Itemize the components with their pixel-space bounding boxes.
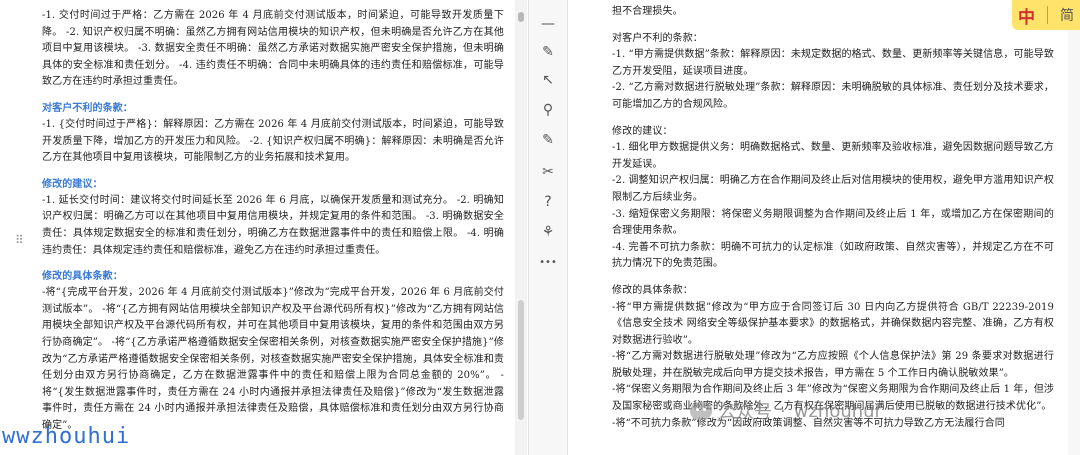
right-suggestion-item: -4. 完善不可抗力条款：明确不可抗力的认定标准（如政府政策、自然灾害等），并规… xyxy=(612,241,1054,270)
watermark-name: wzhouhui xyxy=(793,400,880,422)
ime-divider xyxy=(1047,6,1048,24)
left-scrollbar[interactable] xyxy=(515,0,527,455)
left-document-text: -1. 交付时间过于严格：乙方需在 2026 年 4 月底前交付测试版本，时间紧… xyxy=(42,8,504,434)
right-suggestion-item: -3. 缩短保密义务期限：将保密义务期限调整为合作期间及终止后 1 年，或增加乙… xyxy=(612,208,1054,237)
left-document-page: -1. 交付时间过于严格：乙方需在 2026 年 4 月底前交付测试版本，时间紧… xyxy=(0,0,515,455)
shirt-icon[interactable]: ⚘ xyxy=(538,222,558,242)
vertical-toolbar: — ✎ ↖ ⚲ ✎ ✂ ? ⚘ ••• xyxy=(528,0,568,455)
right-unfavorable-item: -2. “乙方需对数据进行脱敏处理”条款：解释原因：未明确脱敏的具体标准、责任划… xyxy=(612,82,1054,110)
right-section-heading-unfavorable: 对客户不利的条款： xyxy=(612,32,703,44)
right-suggestion-item: -2. 调整知识产权归属：明确乙方在合作期间及终止后对信用模块的使用权，避免甲方… xyxy=(612,175,1054,203)
right-unfavorable-item: -1. “甲方需提供数据”条款：解释原因：未规定数据的格式、数量、更新频率等关键… xyxy=(612,49,1054,77)
left-intro-paragraph: -1. 交付时间过于严格：乙方需在 2026 年 4 月底前交付测试版本，时间紧… xyxy=(42,10,504,88)
cursor-icon[interactable]: ↖ xyxy=(538,70,558,90)
watermark-prefix: 公众号 xyxy=(718,402,772,423)
wechat-logo-icon xyxy=(690,402,712,420)
right-section-heading-specific-clauses: 修改的具体条款： xyxy=(612,284,693,296)
left-scrollbar-thumb[interactable] xyxy=(518,300,524,420)
left-section-heading-suggestions: 修改的建议： xyxy=(42,178,103,190)
left-section-body-unfavorable: -1. {交付时间过于严格}：解释原因：乙方需在 2026 年 4 月底前交付测… xyxy=(42,118,504,164)
more-icon[interactable]: ••• xyxy=(538,252,558,272)
right-scrollbar[interactable] xyxy=(1068,0,1080,455)
adjust-icon[interactable]: ⚲ xyxy=(538,100,558,120)
ai-icon[interactable]: ✎ xyxy=(538,130,558,150)
right-top-line: 担不合理损失。 xyxy=(612,6,683,17)
right-document-text: 担不合理损失。 对客户不利的条款： -1. “甲方需提供数据”条款：解释原因：未… xyxy=(612,4,1054,432)
left-section-body-suggestions: -1. 延长交付时间：建议将交付时间延长至 2026 年 6 月底，以确保开发质… xyxy=(42,194,504,256)
wechat-watermark: 公众号 · wzhouhui xyxy=(690,398,880,424)
left-scrollbar-thumb-top[interactable] xyxy=(518,12,524,22)
right-clause-item: -将“乙方需对数据进行脱敏处理”修改为“乙方应按照《个人信息保护法》第 29 条… xyxy=(612,351,1054,379)
right-section-heading-suggestions: 修改的建议： xyxy=(612,125,673,137)
watermark-dot: · xyxy=(780,400,786,422)
ime-status-badge[interactable]: 中 简 xyxy=(1012,0,1080,30)
right-suggestion-item: -1. 细化甲方数据提供义务：明确数据格式、数量、更新频率及验收标准，避免因数据… xyxy=(612,142,1054,170)
left-section-heading-specific-clauses: 修改的具体条款： xyxy=(42,271,123,283)
left-section-body-specific-clauses: -将“{完成平台开发，2026 年 4 月底前交付测试版本}”修改为“完成平台开… xyxy=(42,287,504,431)
left-section-heading-unfavorable: 对客户不利的条款： xyxy=(42,102,133,114)
ime-chinese-mode-label[interactable]: 中 xyxy=(1018,3,1035,28)
help-icon[interactable]: ? xyxy=(538,192,558,212)
minus-icon[interactable]: — xyxy=(538,14,558,34)
tools-icon[interactable]: ✂ xyxy=(538,162,558,182)
drag-handle-icon[interactable]: ⠿ xyxy=(15,234,24,246)
right-clause-item: -将“甲方需提供数据”修改为“甲方应于合同签订后 30 日内向乙方提供符合 GB… xyxy=(612,301,1054,346)
pen-icon[interactable]: ✎ xyxy=(538,42,558,62)
left-watermark-text: wwzhouhui xyxy=(2,424,131,449)
ime-simplified-label[interactable]: 简 xyxy=(1060,5,1074,25)
right-document-page: 担不合理损失。 对客户不利的条款： -1. “甲方需提供数据”条款：解释原因：未… xyxy=(568,0,1080,455)
